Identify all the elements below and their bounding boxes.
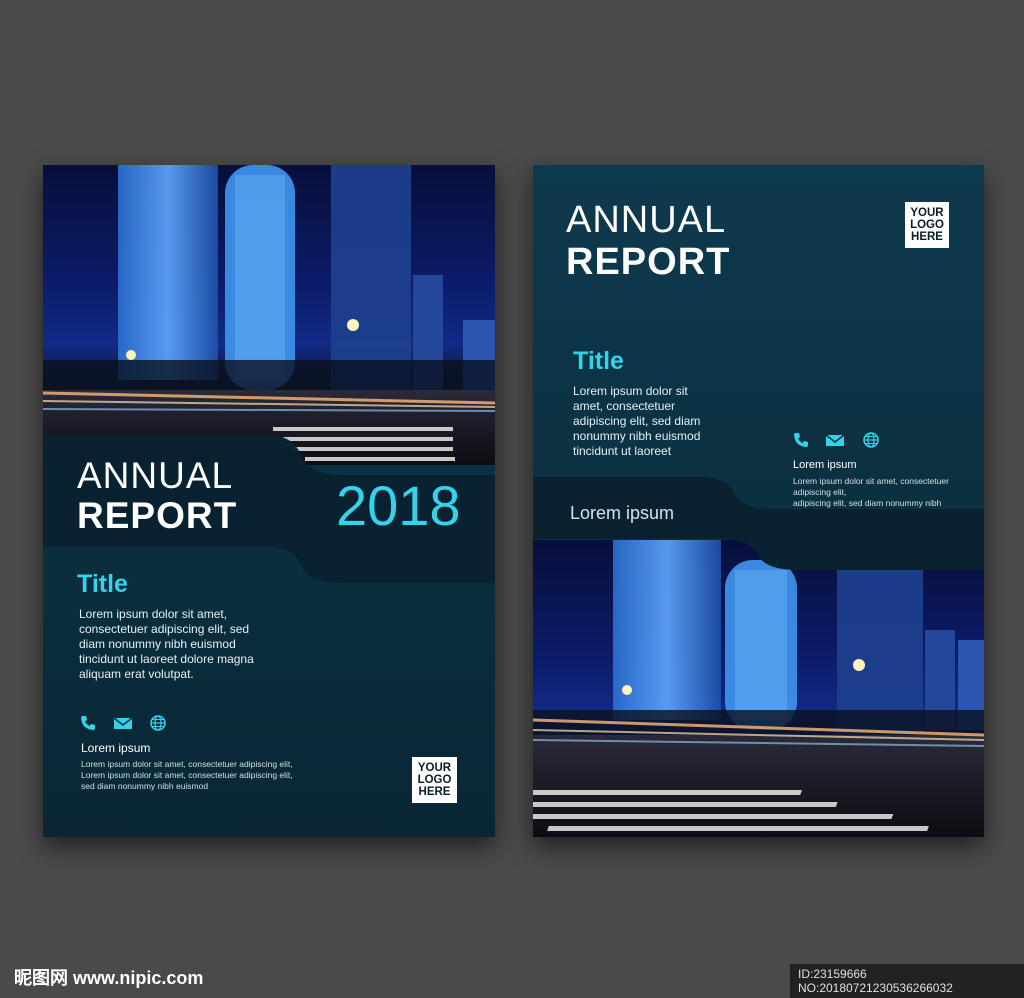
body-line: diam nonummy nibh euismod	[79, 637, 236, 651]
body-line: aliquam erat volutpat.	[79, 667, 194, 681]
body-line: tincidunt ut laoreet	[573, 444, 672, 458]
logo-line: HERE	[911, 231, 943, 243]
annual-heading: ANNUAL	[566, 199, 727, 241]
phone-icon	[793, 432, 809, 448]
watermark-site: 昵图网 www.nipic.com	[14, 968, 204, 988]
report-heading: REPORT	[566, 241, 731, 283]
body-line: amet, consectetuer	[573, 399, 676, 413]
band-label: Lorem ipsum	[570, 503, 675, 523]
title-band	[533, 477, 984, 570]
left-title: Title	[77, 570, 128, 598]
left-body: Lorem ipsum dolor sit amet, consectetuer…	[79, 607, 254, 682]
logo-placeholder: YOUR LOGO HERE	[905, 202, 949, 248]
year-label: 2018	[336, 474, 461, 537]
logo-line: LOGO	[910, 219, 944, 231]
report-heading: REPORT	[77, 495, 238, 536]
mail-icon	[113, 715, 133, 731]
detail-line: Lorem ipsum dolor sit amet, consectetuer…	[81, 770, 293, 780]
logo-line: HERE	[418, 786, 451, 798]
right-title: Title	[573, 347, 624, 375]
body-line: consectetuer adipiscing elit, sed	[79, 622, 250, 636]
logo-line: YOUR	[417, 762, 452, 774]
contact-details: Lorem ipsum dolor sit amet, consectetuer…	[81, 759, 293, 792]
body-line: tincidunt ut laoreet dolore magna	[79, 652, 254, 666]
phone-icon	[80, 715, 96, 731]
body-line: nonummy nibh euismod	[573, 429, 701, 443]
globe-icon	[150, 715, 166, 731]
logo-line: LOGO	[417, 774, 452, 786]
logo-placeholder: YOUR LOGO HERE	[412, 757, 457, 803]
right-brochure-page: ANNUAL REPORT YOUR LOGO HERE Title Lorem…	[533, 165, 984, 837]
city-photo	[533, 540, 984, 837]
body-line: Lorem ipsum dolor sit	[573, 384, 688, 398]
city-photo	[43, 165, 495, 465]
annual-heading: ANNUAL	[77, 455, 234, 496]
right-body: Lorem ipsum dolor sit amet, consectetuer…	[573, 384, 700, 459]
detail-line: Lorem ipsum dolor sit amet, consectetuer…	[81, 759, 293, 769]
contact-label: Lorem ipsum	[793, 459, 857, 471]
body-line: Lorem ipsum dolor sit amet,	[79, 607, 228, 621]
globe-icon	[863, 432, 879, 448]
contact-label: Lorem ipsum	[81, 741, 151, 755]
mail-icon	[825, 432, 845, 448]
detail-line: sed diam nonummy nibh euismod	[81, 781, 209, 791]
left-brochure-page: ANNUAL REPORT 2018 Title Lorem ipsum dol…	[43, 165, 495, 837]
body-line: adipiscing elit, sed diam	[573, 414, 701, 428]
logo-line: YOUR	[910, 207, 944, 219]
